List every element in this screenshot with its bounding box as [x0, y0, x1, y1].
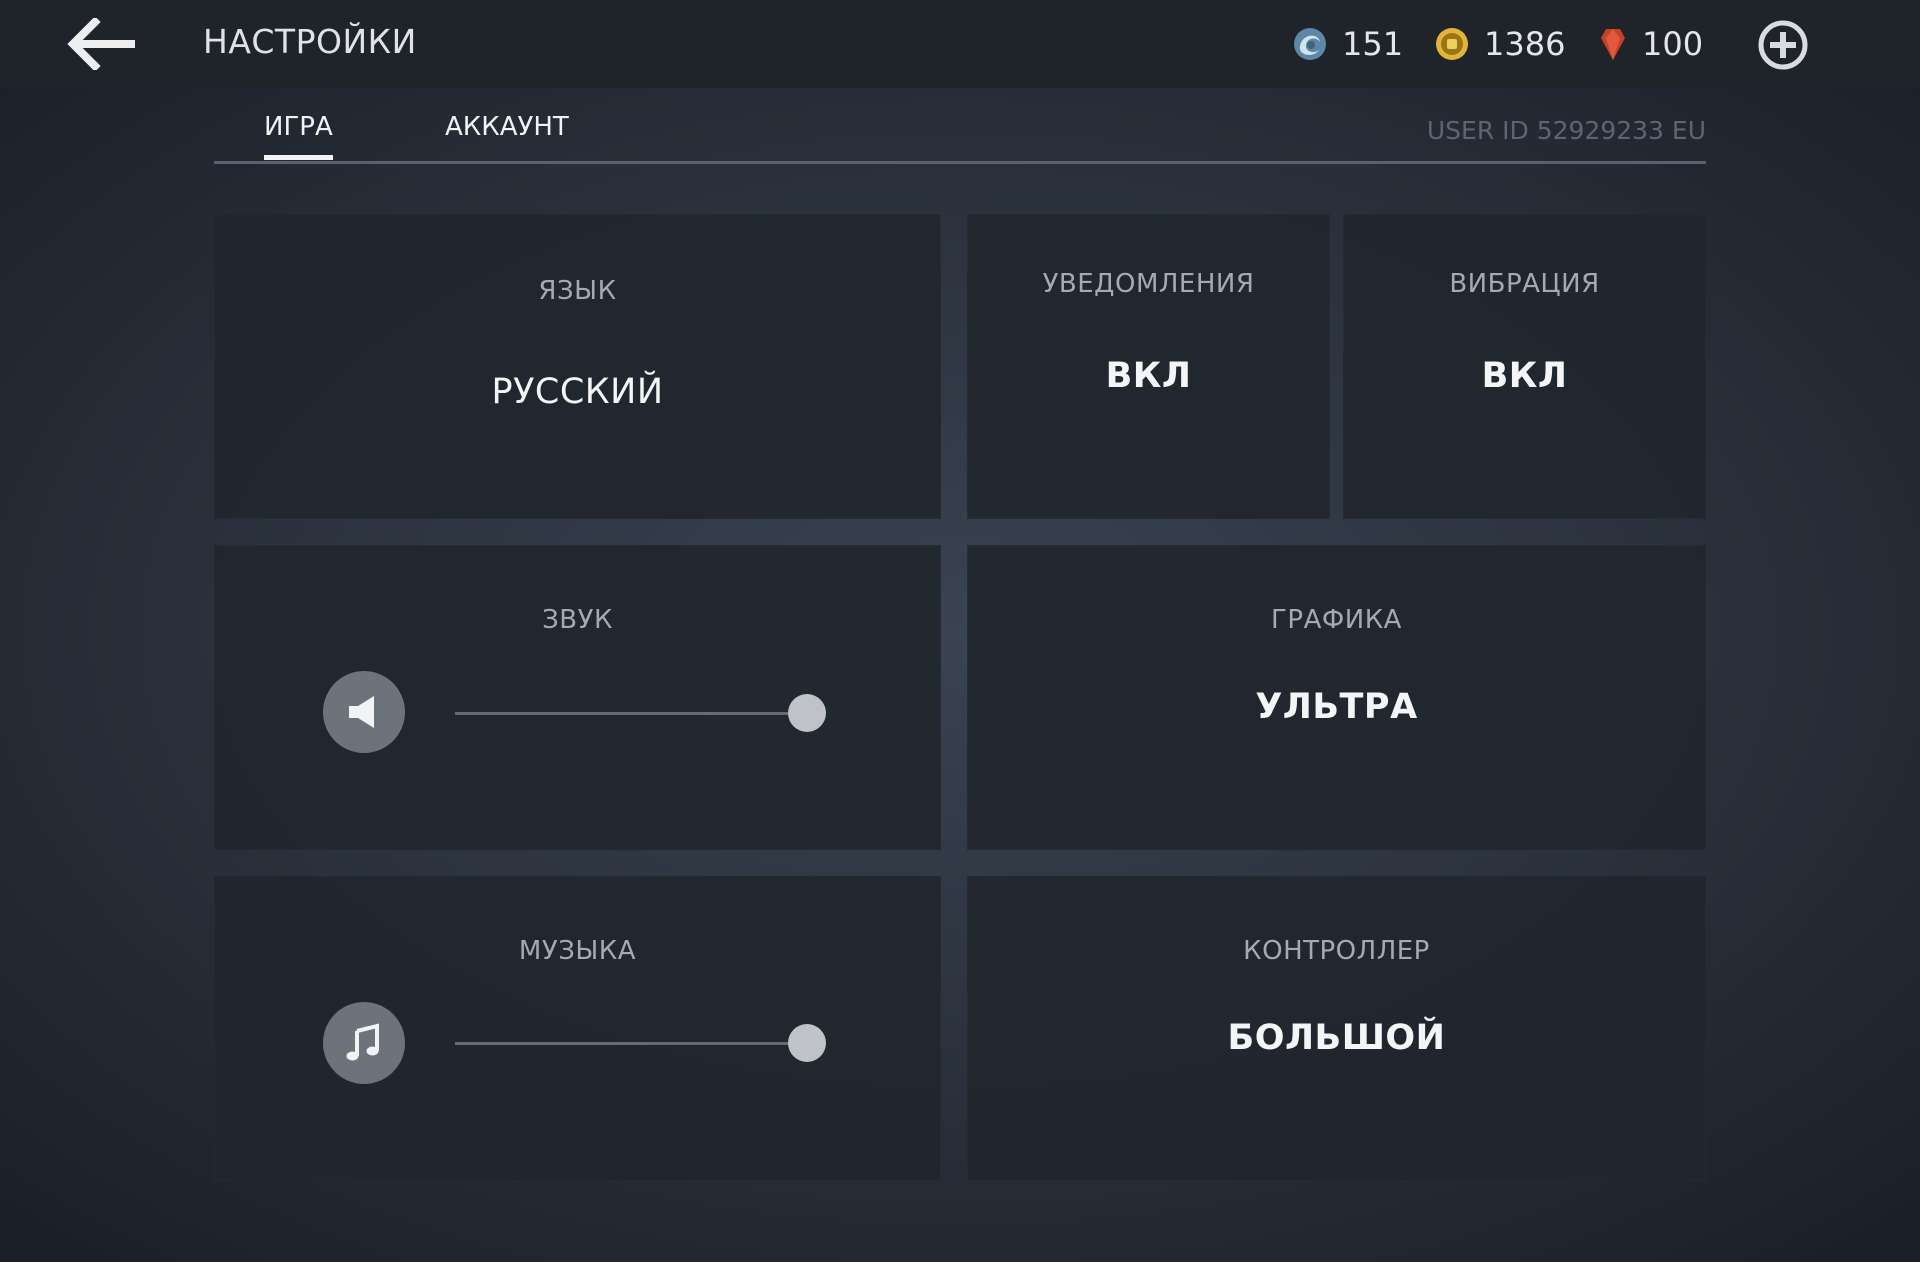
coin-counter: 1386: [1434, 20, 1565, 68]
vibration-value: ВКЛ: [1481, 356, 1568, 396]
back-button[interactable]: [62, 14, 142, 74]
gem-value: 100: [1642, 25, 1704, 63]
language-setting[interactable]: ЯЗЫК РУССКИЙ: [214, 214, 941, 519]
tab-divider: [214, 161, 1706, 164]
controller-setting[interactable]: КОНТРОЛЛЕР БОЛЬШОЙ: [967, 876, 1706, 1181]
music-note-icon: [346, 1023, 379, 1061]
page-title: НАСТРОЙКИ: [203, 22, 417, 61]
graphics-value: УЛЬТРА: [1255, 687, 1418, 727]
vibration-label: ВИБРАЦИЯ: [1449, 269, 1600, 299]
energy-icon: [1294, 28, 1326, 60]
tab-game[interactable]: ИГРА: [264, 112, 333, 160]
graphics-setting[interactable]: ГРАФИКА УЛЬТРА: [967, 545, 1706, 850]
controller-label: КОНТРОЛЛЕР: [1243, 936, 1430, 966]
sound-slider-knob[interactable]: [788, 694, 826, 732]
gem-icon: [1601, 29, 1625, 60]
notifications-setting[interactable]: УВЕДОМЛЕНИЯ ВКЛ: [967, 214, 1330, 519]
music-mute-button[interactable]: [323, 1002, 405, 1084]
add-currency-button[interactable]: [1757, 19, 1809, 71]
music-slider-track[interactable]: [455, 1042, 817, 1045]
coin-value: 1386: [1484, 25, 1566, 63]
tab-account[interactable]: АККАУНТ: [445, 112, 569, 154]
sound-label: ЗВУК: [542, 605, 613, 635]
energy-value: 151: [1342, 25, 1404, 63]
sound-setting: ЗВУК: [214, 545, 941, 850]
language-value: РУССКИЙ: [491, 372, 664, 412]
plus-circle-icon: [1758, 20, 1808, 70]
energy-counter: 151: [1292, 20, 1403, 68]
notifications-value: ВКЛ: [1105, 356, 1192, 396]
music-setting: МУЗЫКА: [214, 876, 941, 1181]
music-label: МУЗЫКА: [518, 936, 637, 966]
speaker-icon: [349, 696, 374, 728]
top-bar: НАСТРОЙКИ 151 1386 100: [0, 0, 1920, 88]
arrow-left-icon: [67, 18, 135, 70]
controller-value: БОЛЬШОЙ: [1227, 1018, 1446, 1058]
sound-mute-button[interactable]: [323, 671, 405, 753]
language-label: ЯЗЫК: [538, 276, 617, 306]
graphics-label: ГРАФИКА: [1271, 605, 1402, 635]
sound-slider-track[interactable]: [455, 712, 817, 715]
user-id: USER ID 52929233 EU: [1426, 116, 1706, 145]
coin-icon: [1436, 28, 1468, 60]
vibration-setting[interactable]: ВИБРАЦИЯ ВКЛ: [1343, 214, 1706, 519]
tab-bar: ИГРА АККАУНТ USER ID 52929233 EU: [214, 108, 1706, 166]
notifications-label: УВЕДОМЛЕНИЯ: [1042, 269, 1255, 299]
music-slider-knob[interactable]: [788, 1024, 826, 1062]
gem-counter: 100: [1598, 20, 1703, 68]
